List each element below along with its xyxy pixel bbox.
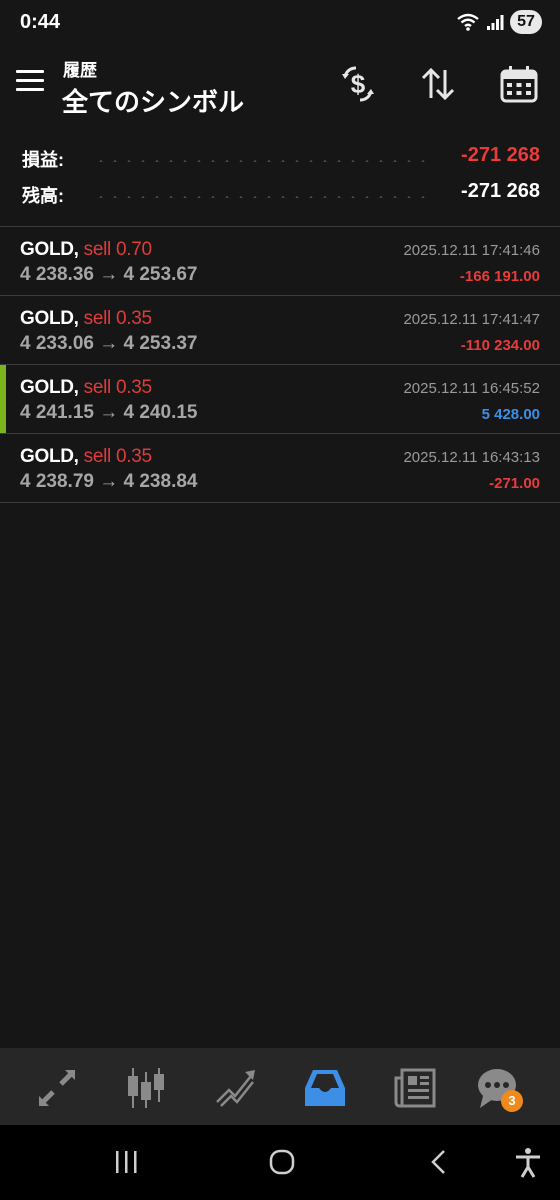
trade-icon[interactable] — [213, 1066, 257, 1110]
trade-symbol-line: GOLD, sell 0.35 — [20, 308, 152, 330]
status-icons: 57 — [456, 10, 542, 34]
history-screen: 0:44 57 履歴 全てのシンボル $ 損益: -271 268 残高: -2… — [0, 0, 560, 1200]
balance-value: -271 268 — [461, 180, 540, 202]
page-subtitle: 履歴 — [63, 61, 97, 80]
account-summary: 損益: -271 268 残高: -271 268 — [0, 138, 560, 226]
trade-prices: 4 233.06 → 4 253.37 — [20, 333, 198, 354]
status-bar: 0:44 57 — [0, 0, 560, 46]
trade-time: 2025.12.11 17:41:46 — [403, 242, 540, 259]
balance-label: 残高: — [22, 186, 64, 206]
profit-label: 損益: — [22, 150, 64, 170]
svg-text:$: $ — [351, 69, 366, 99]
trade-profit: -271.00 — [489, 475, 540, 492]
trade-prices: 4 238.36 → 4 253.67 — [20, 264, 198, 285]
trade-profit: 5 428.00 — [481, 406, 540, 423]
profit-value: -271 268 — [461, 144, 540, 166]
balance-row: 残高: -271 268 — [22, 180, 540, 210]
selected-indicator — [0, 365, 6, 433]
menu-icon[interactable] — [16, 70, 46, 94]
trade-symbol: GOLD, — [20, 446, 79, 467]
quotes-icon[interactable] — [35, 1066, 79, 1110]
recent-apps-icon[interactable] — [106, 1145, 146, 1181]
bottom-tab-bar: 3 — [0, 1048, 560, 1125]
back-icon[interactable] — [420, 1145, 460, 1181]
trade-history-list: GOLD, sell 0.70 4 238.36 → 4 253.67 2025… — [0, 226, 560, 503]
trade-symbol-line: GOLD, sell 0.35 — [20, 377, 152, 399]
news-icon[interactable] — [393, 1066, 437, 1110]
trade-symbol: GOLD, — [20, 377, 79, 398]
trade-row[interactable]: GOLD, sell 0.35 4 233.06 → 4 253.37 2025… — [0, 296, 560, 364]
status-time: 0:44 — [20, 11, 61, 33]
trade-side: sell 0.35 — [83, 446, 152, 467]
trade-side: sell 0.35 — [83, 377, 152, 398]
sort-icon[interactable] — [416, 62, 460, 106]
dotted-leader — [94, 196, 432, 198]
trade-symbol-line: GOLD, sell 0.70 — [20, 239, 152, 261]
app-header: 履歴 全てのシンボル $ — [0, 50, 560, 120]
chat-icon[interactable]: 3 — [475, 1066, 523, 1112]
trade-symbol: GOLD, — [20, 308, 79, 329]
trade-prices: 4 241.15 → 4 240.15 — [20, 402, 198, 423]
trade-time: 2025.12.11 17:41:47 — [403, 311, 540, 328]
history-icon[interactable] — [303, 1066, 347, 1110]
wifi-icon — [457, 13, 479, 31]
chat-badge: 3 — [501, 1090, 523, 1112]
calendar-icon[interactable] — [497, 62, 541, 106]
dotted-leader — [94, 160, 432, 162]
trade-row-selected[interactable]: GOLD, sell 0.35 4 241.15 → 4 240.15 2025… — [0, 365, 560, 433]
profit-row: 損益: -271 268 — [22, 144, 540, 174]
page-title[interactable]: 全てのシンボル — [62, 82, 244, 119]
trade-symbol: GOLD, — [20, 239, 79, 260]
trade-profit: -110 234.00 — [460, 337, 540, 354]
trade-prices: 4 238.79 → 4 238.84 — [20, 471, 198, 492]
trade-symbol-line: GOLD, sell 0.35 — [20, 446, 152, 468]
trade-time: 2025.12.11 16:43:13 — [403, 449, 540, 466]
trade-row[interactable]: GOLD, sell 0.70 4 238.36 → 4 253.67 2025… — [0, 227, 560, 295]
signal-icon — [487, 15, 504, 30]
trade-profit: -166 191.00 — [459, 268, 540, 285]
trade-side: sell 0.70 — [83, 239, 152, 260]
divider — [0, 502, 560, 503]
chart-icon[interactable] — [124, 1066, 168, 1110]
trade-time: 2025.12.11 16:45:52 — [403, 380, 540, 397]
trade-side: sell 0.35 — [83, 308, 152, 329]
trade-row[interactable]: GOLD, sell 0.35 4 238.79 → 4 238.84 2025… — [0, 434, 560, 502]
home-icon[interactable] — [262, 1145, 302, 1181]
currency-exchange-icon[interactable]: $ — [336, 62, 380, 106]
system-navigation-bar — [0, 1125, 560, 1200]
battery-indicator: 57 — [510, 10, 542, 34]
accessibility-icon[interactable] — [508, 1145, 548, 1181]
